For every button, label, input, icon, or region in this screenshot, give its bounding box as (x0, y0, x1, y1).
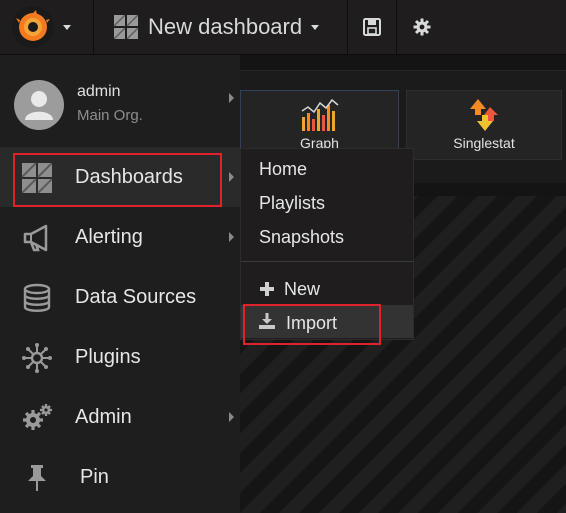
avatar (14, 80, 64, 130)
database-icon (20, 281, 54, 315)
dashboard-grid-icon (114, 15, 138, 39)
sidemenu-item-label: Pin (80, 466, 109, 488)
import-highlight-box (243, 304, 381, 345)
dashboards-highlight-box (13, 153, 222, 207)
sidemenu-item-label: Data Sources (75, 286, 197, 308)
sidemenu-item-admin[interactable]: Admin (0, 387, 240, 447)
user-profile-menu[interactable]: admin Main Org. (0, 55, 240, 147)
chevron-down-icon (311, 24, 320, 30)
megaphone-icon (20, 221, 54, 255)
dashboard-title-dropdown[interactable]: New dashboard (94, 0, 347, 54)
sidemenu-item-alerting[interactable]: Alerting (0, 207, 240, 267)
sidemenu-item-plugins[interactable]: Plugins (0, 327, 240, 387)
user-avatar-icon (25, 91, 53, 120)
plugins-icon (20, 341, 54, 375)
submenu-item-snapshots[interactable]: Snapshots (241, 219, 413, 252)
chevron-right-icon (229, 172, 234, 182)
sidemenu-item-pin[interactable]: Pin (0, 447, 240, 507)
sidemenu-item-data-sources[interactable]: Data Sources (0, 267, 240, 327)
grafana-logo-icon (12, 6, 54, 48)
submenu-item-label: Playlists (259, 193, 326, 213)
submenu-item-playlists[interactable]: Playlists (241, 185, 413, 218)
graph-icon (301, 98, 339, 131)
singlestat-icon (470, 99, 498, 131)
save-icon (363, 18, 381, 36)
pin-icon (20, 461, 54, 495)
save-dashboard-button[interactable] (348, 0, 396, 54)
top-navbar: New dashboard (0, 0, 566, 55)
submenu-item-label: Home (259, 159, 308, 179)
panel-option-singlestat[interactable]: Singlestat (406, 90, 562, 160)
chevron-right-icon (229, 232, 234, 242)
chevron-right-icon (229, 412, 234, 422)
sidemenu-item-label: Alerting (75, 226, 143, 248)
panel-option-label: Singlestat (453, 135, 515, 151)
sidemenu-item-label: Admin (75, 406, 132, 428)
chevron-down-icon (63, 24, 71, 30)
dashboard-settings-button[interactable] (397, 0, 447, 54)
submenu-item-label: Snapshots (259, 227, 345, 247)
sidemenu-item-label: Plugins (75, 346, 141, 368)
profile-org: Main Org. (77, 107, 143, 124)
dashboard-title: New dashboard (148, 14, 303, 39)
submenu-item-label: New (284, 279, 321, 299)
side-menu: admin Main Org. Dashboards Alerting Data… (0, 55, 240, 513)
grafana-menu-button[interactable] (0, 0, 93, 54)
submenu-divider (241, 261, 413, 262)
chevron-right-icon (229, 93, 234, 103)
submenu-item-new[interactable]: New (241, 271, 413, 304)
gear-icon (413, 18, 431, 36)
plus-icon (260, 282, 274, 296)
profile-username: admin (77, 83, 121, 100)
submenu-item-home[interactable]: Home (241, 151, 413, 184)
gears-icon (20, 401, 54, 435)
